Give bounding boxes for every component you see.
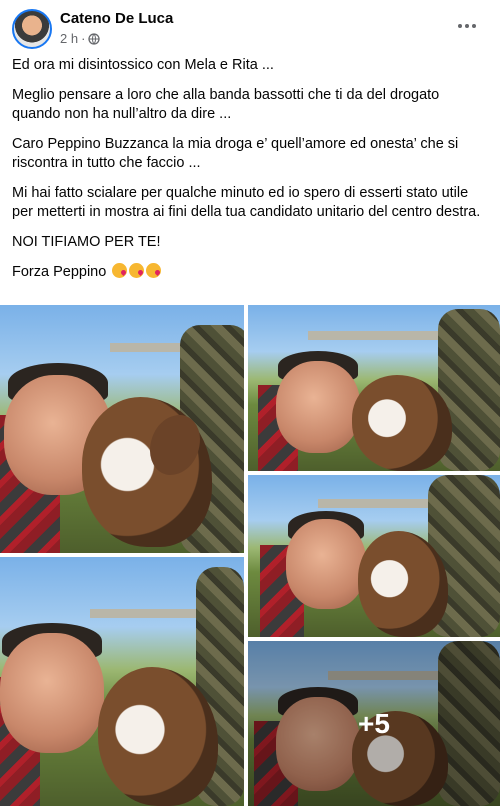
- kiss-emoji-icon: [146, 263, 162, 278]
- more-photos-overlay[interactable]: +5: [248, 641, 500, 806]
- post-paragraph: Ed ora mi disintossico con Mela e Rita .…: [12, 57, 274, 73]
- post-paragraph-text: Forza Peppino: [12, 264, 107, 280]
- more-options-button[interactable]: [452, 15, 482, 37]
- post-paragraph: NOI TIFIAMO PER TE!: [12, 234, 161, 250]
- post-meta: 2 h ·: [60, 31, 101, 46]
- gallery-photo-5[interactable]: +5: [248, 641, 500, 806]
- post-body: Ed ora mi disintossico con Mela e Rita .…: [12, 56, 488, 293]
- post-paragraph: Caro Peppino Buzzanca la mia droga e’ qu…: [12, 136, 459, 171]
- gallery-photo-1[interactable]: [0, 305, 244, 553]
- gallery-photo-3[interactable]: [0, 557, 244, 806]
- photo-gallery: +5: [0, 305, 500, 806]
- post-paragraph: Meglio pensare a loro che alla banda bas…: [12, 87, 440, 122]
- avatar[interactable]: [12, 9, 52, 49]
- globe-icon[interactable]: [88, 32, 101, 45]
- kiss-emoji-icon: [129, 263, 145, 278]
- post-paragraph: Mi hai fatto scialare per qualche minuto…: [12, 185, 481, 220]
- more-horizontal-icon: [458, 24, 462, 28]
- post-header: Cateno De Luca 2 h ·: [0, 0, 500, 52]
- kiss-emoji-icon: [112, 263, 128, 278]
- gallery-photo-2[interactable]: [248, 305, 500, 471]
- post-paragraph-last: Forza Peppino: [12, 263, 488, 282]
- gallery-photo-4[interactable]: [248, 475, 500, 637]
- post-time[interactable]: 2 h: [60, 31, 78, 46]
- author-name[interactable]: Cateno De Luca: [60, 10, 173, 27]
- meta-separator: ·: [81, 31, 86, 46]
- more-photos-count: +5: [358, 707, 390, 739]
